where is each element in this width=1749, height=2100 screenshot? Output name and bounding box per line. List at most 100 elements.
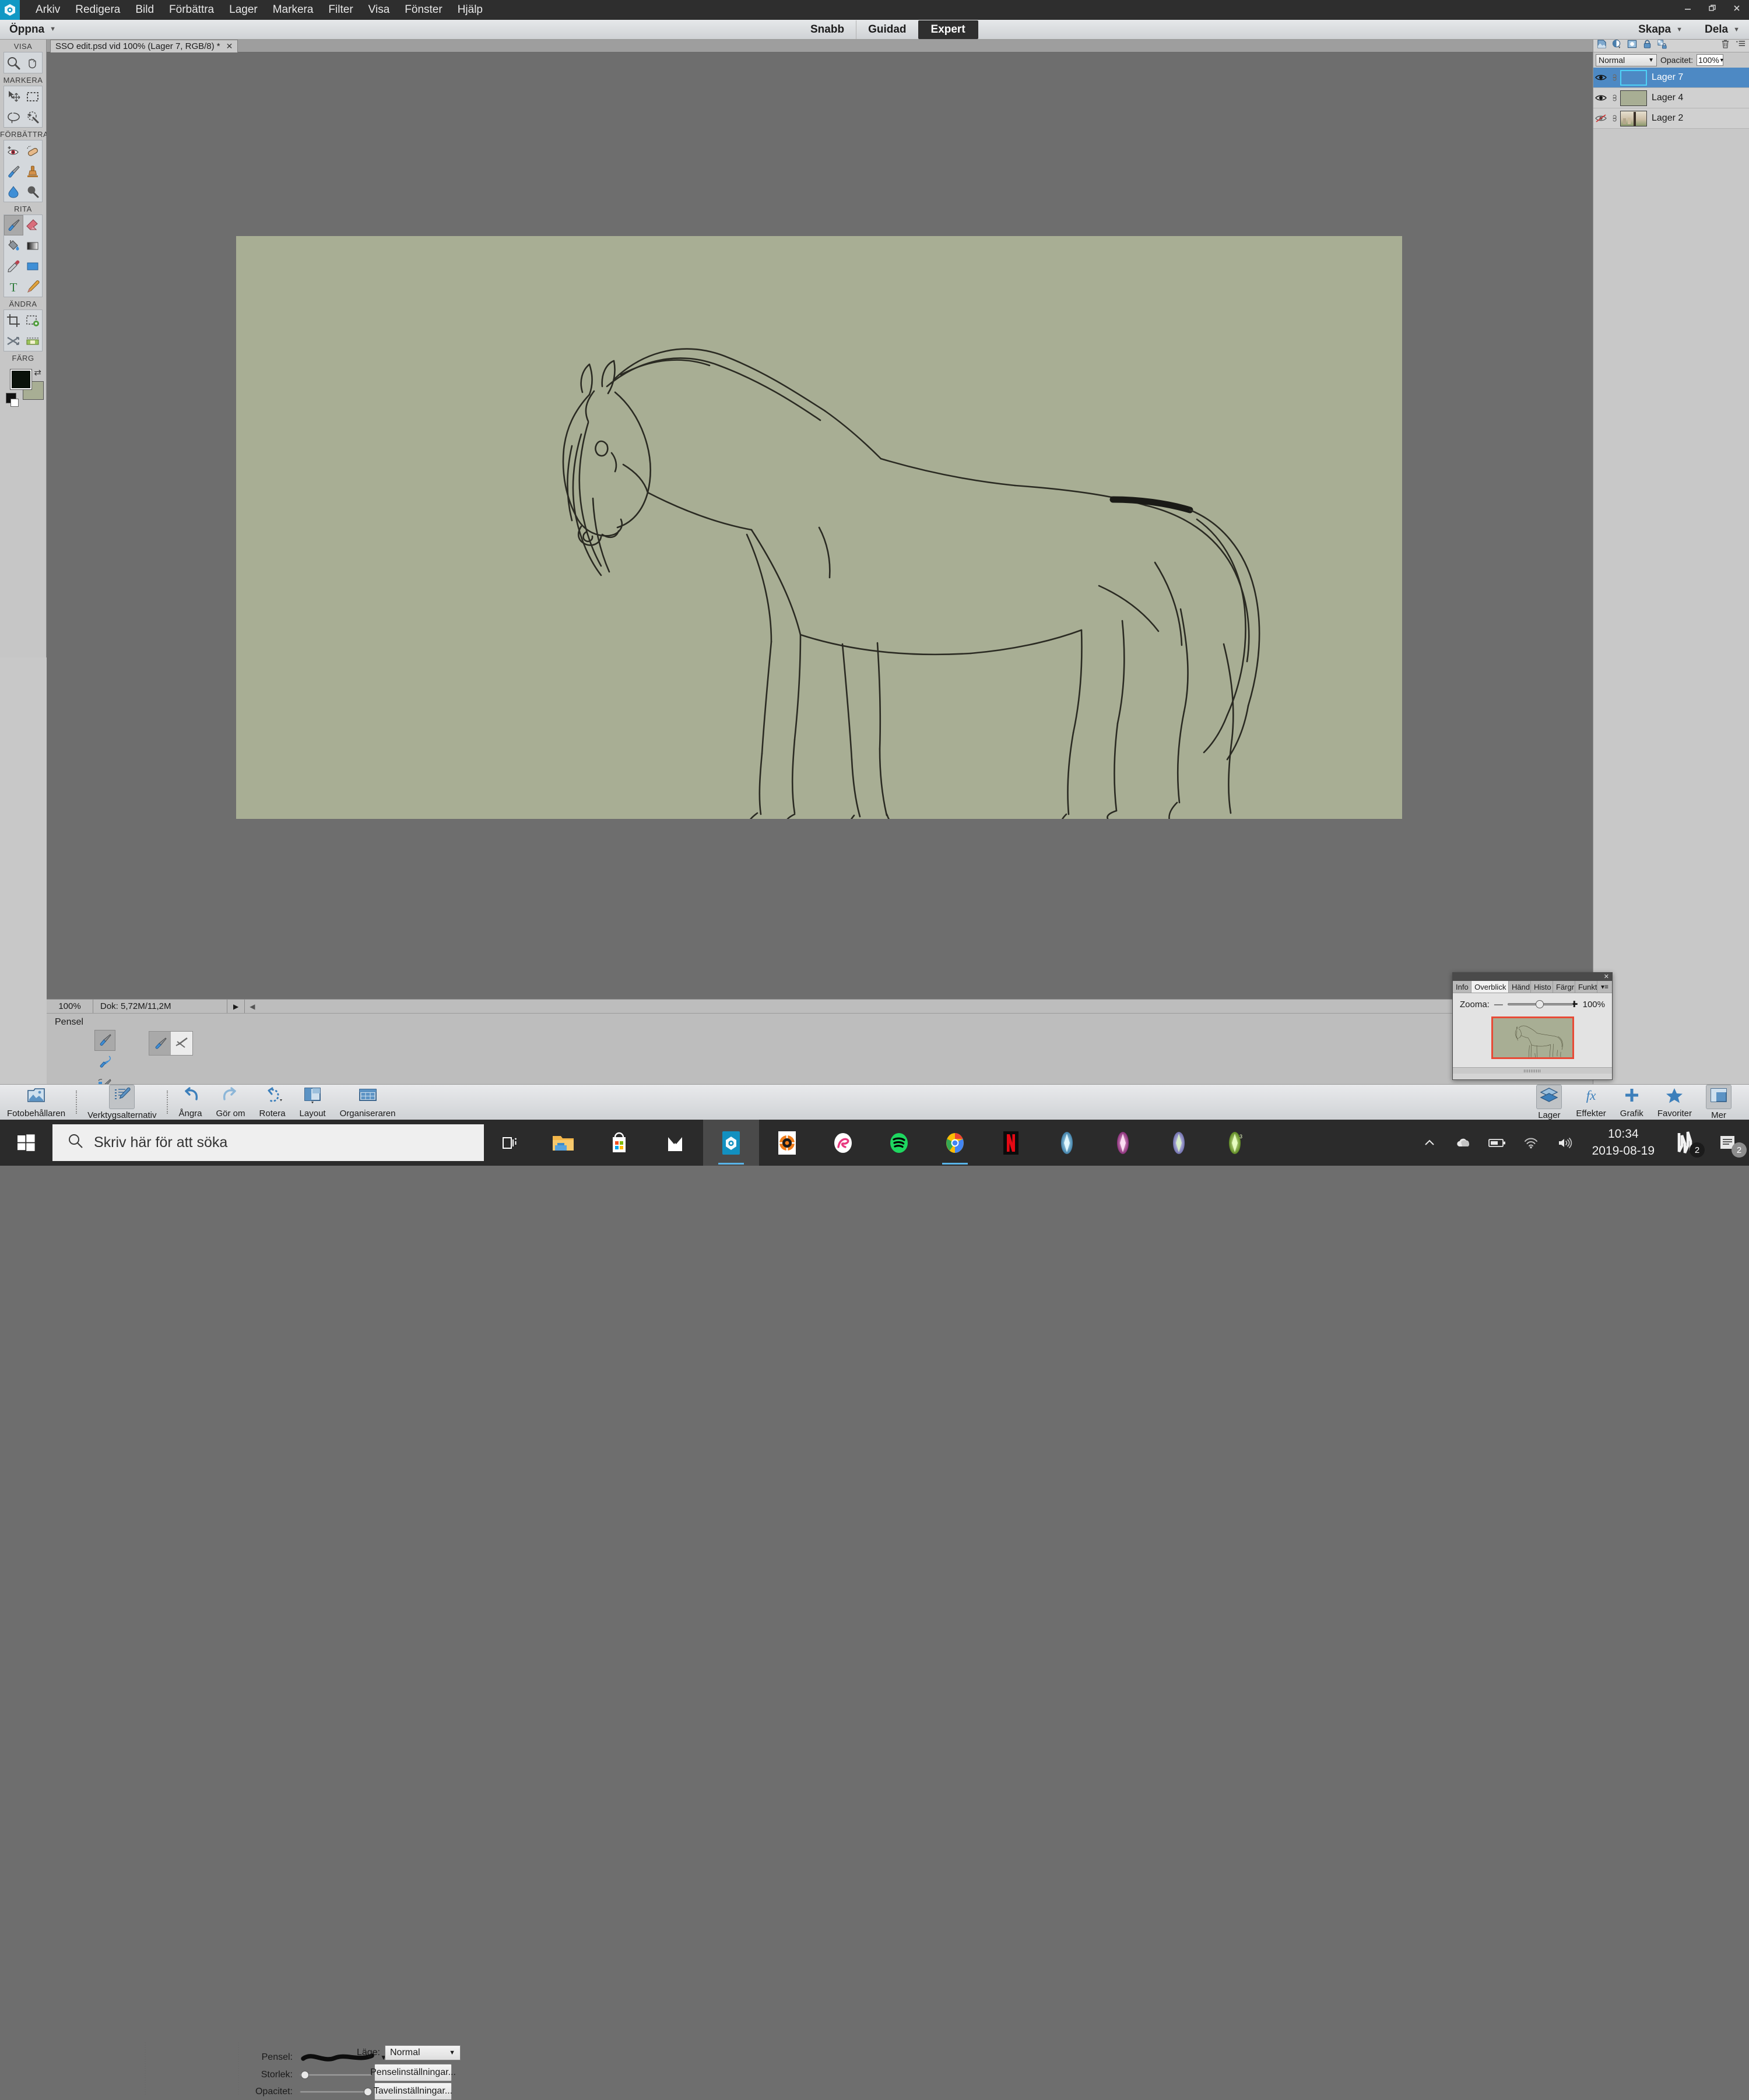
tab-snabb[interactable]: Snabb <box>799 20 856 39</box>
sims-green-icon[interactable]: 3 <box>1207 1120 1263 1166</box>
microsoft-store-icon[interactable] <box>591 1120 647 1166</box>
photo-bin-button[interactable]: Fotobehållaren <box>0 1086 72 1118</box>
netflix-icon[interactable] <box>983 1120 1039 1166</box>
onedrive-icon[interactable] <box>1446 1120 1480 1166</box>
organizer-button[interactable]: Organiseraren <box>333 1086 403 1118</box>
close-icon[interactable]: ✕ <box>1604 973 1609 981</box>
status-expand-icon[interactable]: ▶ <box>227 1000 245 1014</box>
size-slider[interactable] <box>300 2071 372 2079</box>
layout-button[interactable]: Layout <box>293 1086 333 1118</box>
close-icon[interactable]: ✕ <box>226 41 233 51</box>
wifi-icon[interactable] <box>1514 1120 1548 1166</box>
canvas-area[interactable] <box>47 52 1593 999</box>
menu-redigera[interactable]: Redigera <box>68 1 128 19</box>
layer-blend-mode-select[interactable]: Normal ▼ <box>1596 54 1657 66</box>
layer-opacity-field[interactable]: 100% ▼ <box>1697 54 1723 66</box>
menu-bild[interactable]: Bild <box>128 1 161 19</box>
share-button[interactable]: Dela▼ <box>1705 23 1740 36</box>
favorites-button[interactable]: Favoriter <box>1650 1086 1699 1118</box>
rectangular-marquee-tool[interactable] <box>23 86 43 107</box>
dodge-tool[interactable] <box>23 181 43 202</box>
layer-link-icon[interactable] <box>1608 93 1620 103</box>
notifications-icon[interactable]: 2 <box>1707 1120 1749 1166</box>
chrome-icon[interactable] <box>927 1120 983 1166</box>
tablet-settings-button[interactable]: Tavelinställningar... <box>374 2083 452 2100</box>
create-button[interactable]: Skapa▼ <box>1638 23 1683 36</box>
navigator-view-box[interactable] <box>1491 1016 1574 1059</box>
straighten-tool[interactable] <box>23 330 43 351</box>
navigator-resize-grip[interactable] <box>1453 1067 1612 1074</box>
size-slider-knob[interactable] <box>301 2071 309 2079</box>
taskbar-clock[interactable]: 10:34 2019-08-19 <box>1582 1126 1665 1159</box>
spotify-icon[interactable] <box>871 1120 927 1166</box>
hand-tool[interactable] <box>23 52 43 73</box>
quick-selection-tool[interactable] <box>23 107 43 127</box>
table-row[interactable]: Lager 2 <box>1593 108 1749 129</box>
eyedropper-tool[interactable] <box>4 256 23 276</box>
lock-icon[interactable] <box>1642 39 1652 52</box>
tab-overblick[interactable]: Overblick <box>1471 981 1509 993</box>
airbrush-mode-option[interactable] <box>171 1032 192 1055</box>
lasso-tool[interactable] <box>4 107 23 127</box>
type-tool[interactable]: T <box>4 276 23 297</box>
paint-bucket-tool[interactable] <box>4 235 23 256</box>
opacity-slider[interactable] <box>300 2088 372 2096</box>
vlc-icon[interactable] <box>759 1120 815 1166</box>
file-explorer-icon[interactable] <box>535 1120 591 1166</box>
brush-settings-button[interactable]: Penselinställningar... <box>374 2064 452 2081</box>
close-button[interactable] <box>1725 0 1749 16</box>
effects-button[interactable]: fx Effekter <box>1569 1086 1613 1118</box>
tab-handelser[interactable]: Händ <box>1509 981 1531 993</box>
table-row[interactable]: Lager 4 <box>1593 88 1749 108</box>
tool-options-button[interactable]: Verktygsalternativ <box>80 1085 163 1120</box>
more-button[interactable]: Mer <box>1699 1085 1739 1120</box>
delete-layer-icon[interactable] <box>1720 39 1730 52</box>
new-layer-icon[interactable] <box>1597 39 1607 52</box>
layer-visibility-hidden-icon[interactable] <box>1593 114 1608 123</box>
tab-fargrutor[interactable]: Färgr <box>1553 981 1575 993</box>
layer-visibility-icon[interactable] <box>1593 73 1608 82</box>
menu-forbattra[interactable]: Förbättra <box>161 1 222 19</box>
rotate-button[interactable]: Rotera <box>252 1086 293 1118</box>
menu-filter[interactable]: Filter <box>321 1 360 19</box>
layer-thumbnail[interactable] <box>1620 111 1647 126</box>
photoshop-elements-icon[interactable] <box>703 1120 759 1166</box>
blend-mode-select[interactable]: Normal ▼ <box>385 2045 461 2060</box>
windows-start-icon[interactable] <box>0 1120 52 1166</box>
opacity-slider-knob[interactable] <box>364 2088 372 2096</box>
sims-lilac-icon[interactable] <box>1151 1120 1207 1166</box>
show-hidden-icons-icon[interactable] <box>1413 1120 1446 1166</box>
sims-blue-icon[interactable] <box>1039 1120 1095 1166</box>
table-row[interactable]: Lager 7 <box>1593 68 1749 88</box>
pencil-tool[interactable] <box>23 276 43 297</box>
layer-thumbnail[interactable] <box>1620 90 1647 106</box>
tab-guidad[interactable]: Guidad <box>856 20 918 39</box>
open-button[interactable]: Öppna▼ <box>9 23 56 36</box>
status-collapse-icon[interactable]: ◀ <box>245 1002 259 1011</box>
zoom-out-icon[interactable]: — <box>1494 1000 1503 1009</box>
adjustment-layer-icon[interactable] <box>1612 39 1622 52</box>
mail-icon[interactable] <box>647 1120 703 1166</box>
document-canvas[interactable] <box>236 236 1402 819</box>
app-pink-icon[interactable] <box>815 1120 871 1166</box>
tab-histogram[interactable]: Histo <box>1531 981 1553 993</box>
blur-tool[interactable] <box>4 181 23 202</box>
gradient-tool[interactable] <box>23 235 43 256</box>
default-colors-secondary-icon[interactable] <box>10 399 19 407</box>
menu-fonster[interactable]: Fönster <box>397 1 449 19</box>
swap-colors-icon[interactable]: ⇄ <box>34 367 41 378</box>
navigator-zoom-knob[interactable] <box>1536 1000 1544 1008</box>
messenger-icon[interactable]: 2 <box>1665 1120 1707 1166</box>
eraser-tool[interactable] <box>23 215 43 235</box>
navigator-zoom-slider[interactable] <box>1508 1000 1566 1008</box>
spot-healing-brush-tool[interactable] <box>23 140 43 161</box>
layer-link-icon[interactable] <box>1608 73 1620 82</box>
red-eye-removal-tool[interactable] <box>4 140 23 161</box>
recompose-tool[interactable] <box>23 310 43 330</box>
move-tool[interactable] <box>4 86 23 107</box>
undo-button[interactable]: Ångra <box>171 1086 209 1118</box>
foreground-color-swatch[interactable] <box>10 370 31 389</box>
navigator-titlebar[interactable]: ✕ <box>1453 973 1612 981</box>
restore-button[interactable] <box>1700 0 1725 16</box>
layers-button[interactable]: Lager <box>1529 1085 1569 1120</box>
